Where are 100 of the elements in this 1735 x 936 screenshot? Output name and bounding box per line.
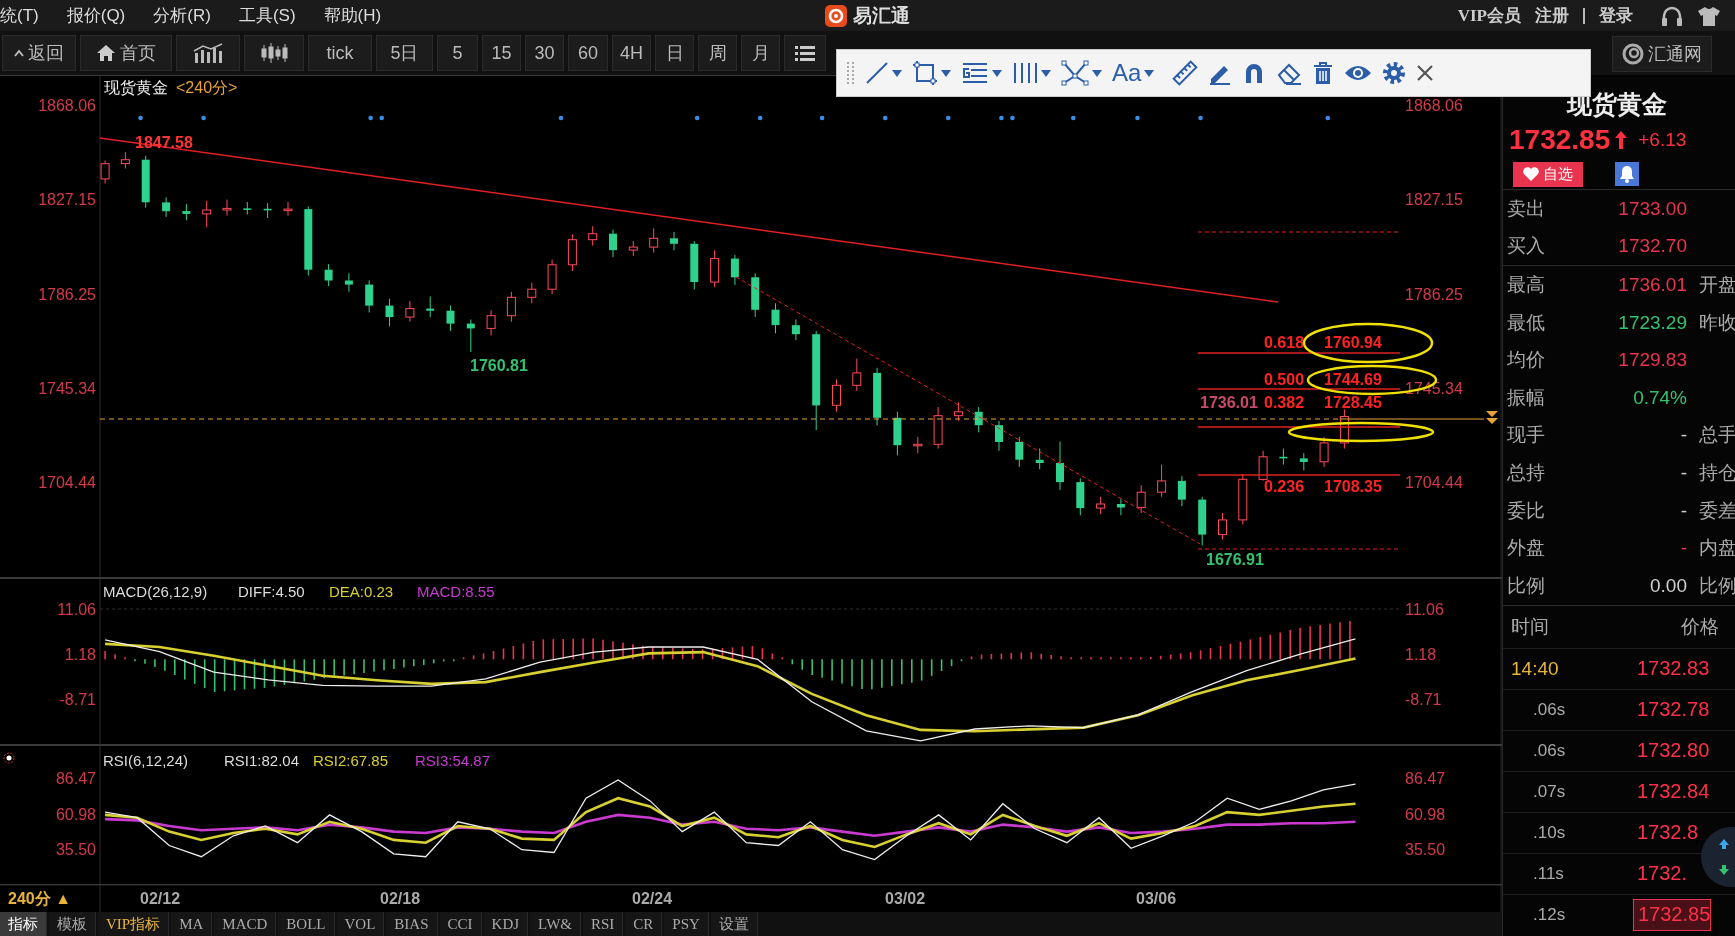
site-button[interactable]: 汇通网: [1612, 36, 1712, 72]
fib-ratio: 0.382: [1264, 394, 1305, 411]
login-link[interactable]: 登录: [1599, 4, 1633, 27]
axis-label: 1868.06: [1405, 97, 1463, 114]
menu-item[interactable]: 帮助(H): [323, 4, 382, 27]
quote-label: 现手: [1507, 423, 1546, 448]
quote-value: -: [1680, 424, 1687, 447]
period-button[interactable]: tick: [308, 35, 372, 71]
axis-label: 60.98: [55, 805, 96, 823]
tick-time: .07s: [1532, 781, 1567, 802]
quote-value: -: [1680, 537, 1687, 560]
indicator-tab[interactable]: RSI: [582, 912, 624, 936]
tick-price: 1732.8: [1636, 820, 1699, 846]
quote-value: 1729.83: [1618, 349, 1687, 372]
quote-value: -: [1680, 461, 1687, 484]
date-label: 02/18: [380, 890, 421, 907]
price-annotation: 1847.58: [135, 134, 193, 151]
date-label: 03/02: [885, 890, 926, 907]
period-button[interactable]: 30: [525, 35, 564, 71]
tick-price: 1732.84: [1636, 779, 1710, 805]
tick-time: 14:40: [1510, 657, 1560, 680]
fib-value: 1728.45: [1324, 394, 1382, 411]
home-button[interactable]: 首页: [80, 35, 172, 71]
price-annotation: 1760.81: [470, 357, 528, 374]
indicator-tab[interactable]: CR: [625, 912, 663, 936]
axis-label: 1704.44: [38, 474, 96, 491]
price-annotation: 1676.91: [1206, 551, 1264, 568]
period-button[interactable]: 日: [655, 35, 694, 71]
period-button[interactable]: 60: [568, 35, 608, 71]
fib-ratio: 0.236: [1264, 478, 1305, 495]
indicator-tab[interactable]: MA: [171, 912, 213, 936]
quote-label: 最低: [1507, 310, 1546, 335]
period-button[interactable]: 4H: [612, 35, 651, 71]
axis-label: 11.06: [1405, 601, 1444, 618]
axis-label: 1868.06: [38, 97, 96, 114]
quote-value: -: [1680, 499, 1687, 522]
axis-label: 86.47: [55, 770, 96, 787]
fib-ratio: 0.618: [1264, 334, 1305, 351]
chart-title: 现货黄金: [104, 79, 168, 96]
macd-legend: MACD(26,12,9): [103, 583, 208, 600]
tick-price: 1732.80: [1636, 738, 1710, 764]
quote-label: 振幅: [1507, 385, 1546, 410]
axis-label: 1786.25: [1405, 285, 1463, 303]
indicator-tab[interactable]: VIP指标: [98, 912, 170, 936]
quote-label: 委比: [1507, 498, 1546, 523]
indicator-tab[interactable]: VOL: [336, 912, 385, 936]
quote-label: 最高: [1507, 273, 1546, 297]
quote-value: 1736.01: [1618, 274, 1687, 296]
date-label: 02/24: [632, 890, 673, 907]
indicator-tab[interactable]: 设置: [710, 912, 758, 936]
tick-time: .06s: [1532, 740, 1567, 761]
period-button[interactable]: 月: [741, 35, 780, 71]
period-button[interactable]: 5: [437, 35, 478, 71]
indicator-tab[interactable]: CCI: [439, 912, 482, 936]
text-tool-button[interactable]: Aa: [1112, 61, 1142, 85]
current-price: 1732.85: [1509, 124, 1611, 156]
vip-link[interactable]: VIP会员: [1457, 4, 1521, 27]
indicator-tab[interactable]: KDJ: [483, 912, 529, 936]
price-annotation: 1736.01: [1200, 394, 1258, 411]
period-indicator[interactable]: 240分 ▲: [8, 890, 71, 907]
menu-item[interactable]: 工具(S): [238, 4, 296, 27]
axis-label: 1745.34: [38, 379, 96, 397]
tick-price: 1732.83: [1636, 656, 1710, 682]
quote-value: 1723.29: [1618, 311, 1687, 334]
axis-label: 1827.15: [38, 191, 96, 209]
quote-value: 1732.70: [1618, 235, 1687, 258]
back-button[interactable]: 返回: [2, 35, 76, 71]
tick-time: .06s: [1532, 699, 1567, 720]
indicator-tab[interactable]: BOLL: [278, 912, 335, 936]
favorite-button[interactable]: 自选: [1513, 161, 1583, 187]
register-link[interactable]: 注册: [1535, 4, 1569, 27]
period-button[interactable]: 周: [698, 35, 737, 71]
indicator-tab[interactable]: BIAS: [386, 912, 438, 936]
indicator-tab[interactable]: 指标: [0, 912, 47, 936]
menu-item[interactable]: 统(T): [0, 4, 39, 27]
axis-label: -8.71: [1405, 691, 1442, 708]
menu-item[interactable]: 报价(Q): [66, 4, 126, 27]
tick-time: .11s: [1532, 863, 1565, 884]
axis-label: 86.47: [1405, 770, 1446, 787]
quote-value: 0.00: [1650, 574, 1687, 597]
axis-label: 60.98: [1405, 805, 1446, 823]
tick-time: .10s: [1532, 822, 1567, 843]
indicator-tab[interactable]: LW&: [530, 912, 581, 936]
indicator-tab[interactable]: PSY: [664, 912, 709, 936]
fib-value: 1708.35: [1324, 478, 1382, 495]
rsi3-legend: RSI3:54.87: [415, 752, 491, 769]
rsi2-legend: RSI2:67.85: [313, 752, 389, 769]
indicator-tab[interactable]: MACD: [214, 912, 277, 936]
axis-label: 35.50: [55, 841, 96, 858]
period-button[interactable]: 15: [482, 35, 521, 71]
rsi-legend: RSI(6,12,24): [103, 752, 189, 769]
axis-label: 11.06: [57, 601, 96, 618]
indicator-tab[interactable]: 模板: [49, 912, 96, 936]
period-button[interactable]: 5日: [376, 35, 433, 71]
menu-item[interactable]: 分析(R): [153, 4, 211, 27]
tick-time: .12s: [1532, 904, 1567, 925]
axis-label: -8.71: [59, 691, 96, 708]
axis-label: 1.18: [1405, 645, 1437, 663]
axis-label: 1786.25: [38, 285, 96, 303]
tick-price: 1732.78: [1636, 697, 1710, 723]
